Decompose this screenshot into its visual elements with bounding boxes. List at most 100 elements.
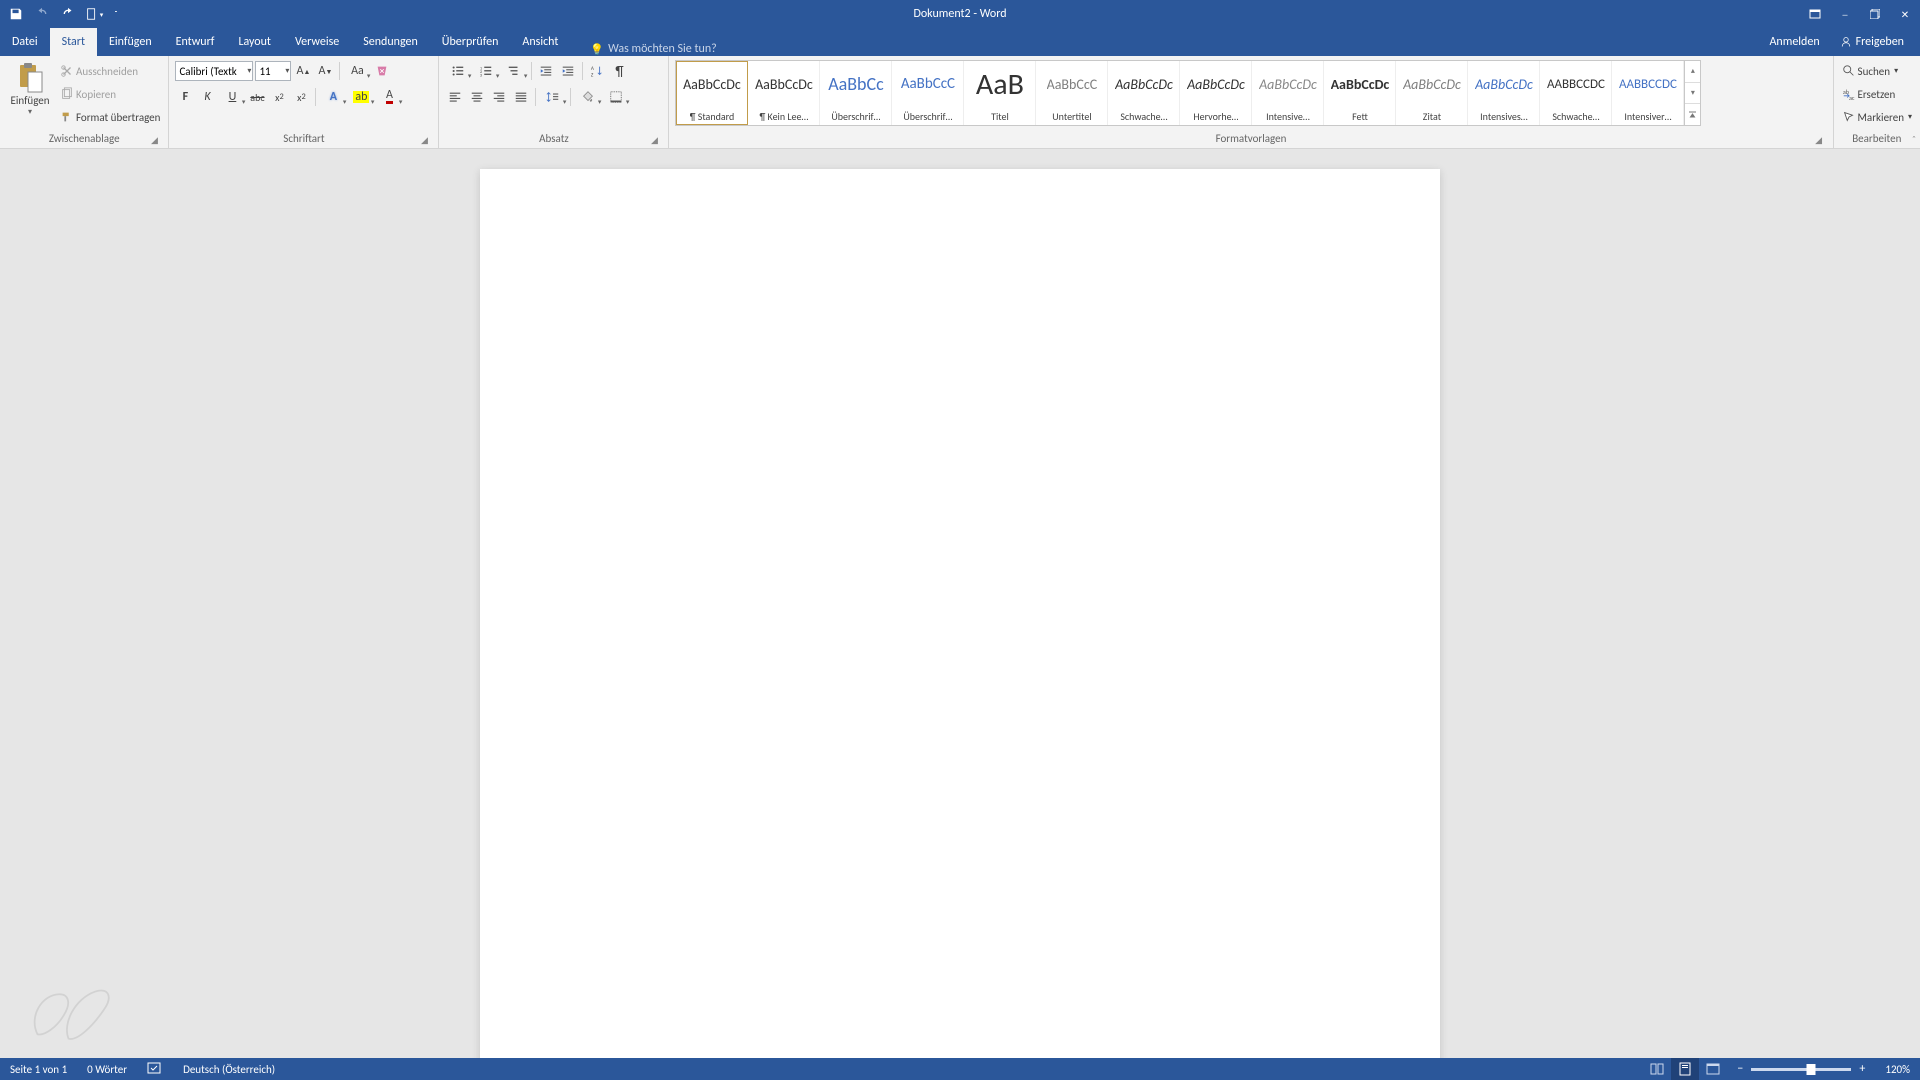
font-color-button[interactable]: A▾ bbox=[376, 87, 402, 107]
style-item[interactable]: AaBbCcCUntertitel bbox=[1036, 61, 1108, 125]
style-item[interactable]: AABBCCDCIntensiver… bbox=[1612, 61, 1684, 125]
tab-ueberpruefen[interactable]: Überprüfen bbox=[430, 28, 511, 56]
minimize-button[interactable]: ─ bbox=[1830, 0, 1860, 28]
align-center-button[interactable] bbox=[467, 87, 487, 107]
style-item[interactable]: AABBCCDCSchwache… bbox=[1540, 61, 1612, 125]
status-language[interactable]: Deutsch (Österreich) bbox=[173, 1058, 285, 1080]
search-icon bbox=[1842, 64, 1856, 78]
view-web-layout-button[interactable] bbox=[1699, 1058, 1727, 1080]
share-button[interactable]: Freigeben bbox=[1834, 28, 1910, 56]
style-item[interactable]: AaBbCcDc¶ Kein Lee… bbox=[748, 61, 820, 125]
zoom-thumb[interactable] bbox=[1807, 1064, 1816, 1075]
save-button[interactable] bbox=[6, 4, 26, 24]
style-item[interactable]: AaBbCcCÜberschrif… bbox=[892, 61, 964, 125]
status-proofing[interactable] bbox=[137, 1058, 173, 1080]
tab-ansicht[interactable]: Ansicht bbox=[510, 28, 570, 56]
highlight-button[interactable]: ab▾ bbox=[348, 87, 374, 107]
style-item[interactable]: AaBbCcDcSchwache… bbox=[1108, 61, 1180, 125]
style-item[interactable]: AaBbCcDc¶ Standard bbox=[676, 61, 748, 125]
italic-button[interactable]: K bbox=[197, 87, 217, 107]
gallery-down-button[interactable]: ▾ bbox=[1685, 83, 1700, 105]
copy-button[interactable]: Kopieren bbox=[58, 83, 162, 105]
share-icon bbox=[1840, 36, 1852, 48]
view-read-mode-button[interactable] bbox=[1643, 1058, 1671, 1080]
qat-customize-button[interactable]: ⁼ bbox=[110, 4, 122, 24]
font-launcher[interactable]: ◢ bbox=[418, 134, 430, 146]
qat-more-button[interactable]: ▾ bbox=[84, 4, 104, 24]
underline-button[interactable]: U▾ bbox=[219, 87, 245, 107]
cut-button[interactable]: Ausschneiden bbox=[58, 60, 162, 82]
paste-button[interactable]: Einfügen ▾ bbox=[6, 60, 54, 119]
shrink-font-button[interactable]: A▼ bbox=[315, 61, 335, 81]
gallery-more-button[interactable] bbox=[1685, 104, 1700, 125]
status-page[interactable]: Seite 1 von 1 bbox=[0, 1058, 77, 1080]
multilevel-list-button[interactable]: ▾ bbox=[501, 61, 527, 81]
zoom-track[interactable] bbox=[1751, 1068, 1851, 1071]
print-layout-icon bbox=[1677, 1062, 1693, 1076]
clear-formatting-button[interactable] bbox=[372, 61, 392, 81]
text-effects-button[interactable]: A▾ bbox=[320, 87, 346, 107]
zoom-level[interactable]: 120% bbox=[1875, 1063, 1920, 1076]
tab-einfuegen[interactable]: Einfügen bbox=[97, 28, 164, 56]
style-item[interactable]: AaBbCcDcIntensive… bbox=[1252, 61, 1324, 125]
replace-button[interactable]: abac Ersetzen bbox=[1840, 83, 1914, 105]
numbering-button[interactable]: 123▾ bbox=[473, 61, 499, 81]
increase-indent-button[interactable] bbox=[558, 61, 578, 81]
font-name-combo[interactable]: Calibri (Textk▾ bbox=[175, 61, 253, 81]
select-button[interactable]: Markieren ▾ bbox=[1840, 106, 1914, 128]
maximize-button[interactable] bbox=[1860, 0, 1890, 28]
tab-layout[interactable]: Layout bbox=[226, 28, 283, 56]
style-item[interactable]: AaBbCcDcFett bbox=[1324, 61, 1396, 125]
zoom-in-button[interactable]: + bbox=[1855, 1062, 1869, 1076]
align-right-button[interactable] bbox=[489, 87, 509, 107]
ribbon-display-options-button[interactable] bbox=[1800, 0, 1830, 28]
style-item[interactable]: AaBbCcDcIntensives… bbox=[1468, 61, 1540, 125]
borders-button[interactable]: ▾ bbox=[603, 87, 629, 107]
style-item[interactable]: AaBbCcDcHervorhe… bbox=[1180, 61, 1252, 125]
strikethrough-button[interactable]: abc bbox=[247, 87, 267, 107]
decrease-indent-button[interactable] bbox=[536, 61, 556, 81]
clipboard-launcher[interactable]: ◢ bbox=[148, 134, 160, 146]
undo-button[interactable] bbox=[32, 4, 52, 24]
bullets-button[interactable]: ▾ bbox=[445, 61, 471, 81]
tab-entwurf[interactable]: Entwurf bbox=[164, 28, 227, 56]
style-item[interactable]: AaBbCcDcZitat bbox=[1396, 61, 1468, 125]
subscript-button[interactable]: x2 bbox=[269, 87, 289, 107]
superscript-button[interactable]: x2 bbox=[291, 87, 311, 107]
tab-verweise[interactable]: Verweise bbox=[283, 28, 351, 56]
change-case-button[interactable]: Aa▾ bbox=[344, 61, 370, 81]
signin-button[interactable]: Anmelden bbox=[1763, 28, 1825, 56]
collapse-ribbon-button[interactable]: ˆ bbox=[1912, 133, 1916, 146]
style-item[interactable]: AaBbCcÜberschrif… bbox=[820, 61, 892, 125]
grow-font-button[interactable]: A▲ bbox=[293, 61, 313, 81]
align-left-button[interactable] bbox=[445, 87, 465, 107]
tab-start[interactable]: Start bbox=[50, 28, 97, 56]
zoom-out-button[interactable]: − bbox=[1733, 1062, 1747, 1076]
bold-button[interactable]: F bbox=[175, 87, 195, 107]
tell-me-search[interactable]: 💡 Was möchten Sie tun? bbox=[590, 42, 716, 56]
find-button[interactable]: Suchen ▾ bbox=[1840, 60, 1914, 82]
justify-button[interactable] bbox=[511, 87, 531, 107]
redo-button[interactable] bbox=[58, 4, 78, 24]
proofing-icon bbox=[147, 1062, 163, 1076]
font-size-combo[interactable]: 11▾ bbox=[255, 61, 291, 81]
style-item[interactable]: AaBTitel bbox=[964, 61, 1036, 125]
close-button[interactable]: ✕ bbox=[1890, 0, 1920, 28]
window-title: Dokument2 - Word bbox=[913, 7, 1006, 21]
status-words[interactable]: 0 Wörter bbox=[77, 1058, 137, 1080]
shading-button[interactable]: ▾ bbox=[575, 87, 601, 107]
sort-button[interactable]: AZ bbox=[587, 61, 607, 81]
show-marks-button[interactable]: ¶ bbox=[609, 61, 629, 81]
paragraph-launcher[interactable]: ◢ bbox=[648, 134, 660, 146]
view-print-layout-button[interactable] bbox=[1671, 1058, 1699, 1080]
tab-file[interactable]: Datei bbox=[0, 28, 50, 56]
document-page[interactable] bbox=[480, 169, 1440, 1058]
line-spacing-button[interactable]: ▾ bbox=[540, 87, 566, 107]
gallery-up-button[interactable]: ▴ bbox=[1685, 61, 1700, 83]
style-gallery: AaBbCcDc¶ StandardAaBbCcDc¶ Kein Lee…AaB… bbox=[675, 60, 1701, 126]
tab-sendungen[interactable]: Sendungen bbox=[351, 28, 430, 56]
line-spacing-icon bbox=[546, 90, 560, 104]
styles-launcher[interactable]: ◢ bbox=[1813, 134, 1825, 146]
ribbon: Einfügen ▾ Ausschneiden Kopieren Format … bbox=[0, 56, 1920, 149]
format-painter-button[interactable]: Format übertragen bbox=[58, 106, 162, 128]
